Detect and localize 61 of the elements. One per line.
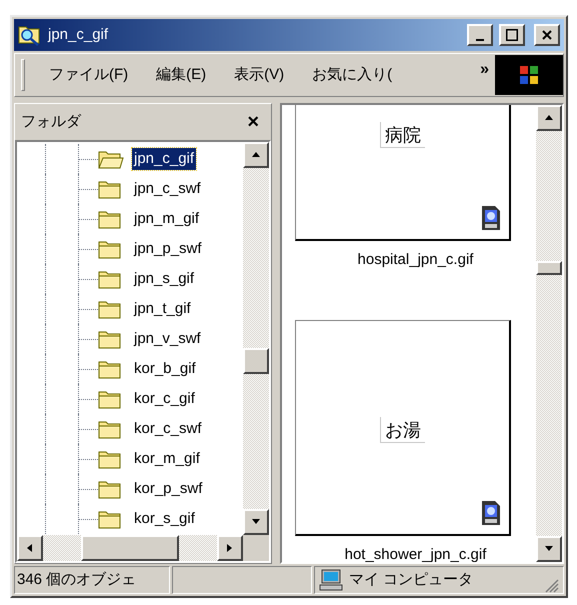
scroll-thumb[interactable]	[243, 348, 269, 374]
minimize-button[interactable]	[467, 24, 493, 46]
close-icon	[542, 30, 552, 40]
menu-item[interactable]: お気に入り(	[312, 64, 392, 86]
folder-search-icon	[18, 24, 42, 46]
folder-tree-item[interactable]: kor_p_swf	[132, 478, 204, 500]
menu-item[interactable]: 表示(V)	[234, 64, 284, 86]
folder-tree-item[interactable]: kor_m_gif	[132, 448, 202, 470]
image-thumbnail[interactable]: 病院	[295, 105, 511, 241]
arrow-down-icon	[545, 545, 553, 553]
folder-tree-item[interactable]: jpn_c_gif	[132, 148, 196, 170]
folder-pane-title: フォルダ	[21, 112, 81, 132]
sign-text: 病院	[380, 122, 425, 148]
menu-item[interactable]: 編集(E)	[156, 64, 206, 86]
close-button[interactable]	[534, 24, 560, 46]
windows-logo	[495, 55, 563, 95]
minimize-icon	[476, 39, 484, 41]
arrow-down-icon	[252, 518, 260, 526]
scrollbar-corner	[243, 535, 269, 561]
folder-tree-item[interactable]: kor_c_swf	[132, 418, 204, 440]
scroll-down-button[interactable]	[536, 536, 562, 562]
scroll-thumb[interactable]	[536, 261, 562, 275]
folder-tree-item[interactable]: jpn_m_gif	[132, 208, 202, 230]
menu-item[interactable]: ファイル(F)	[49, 64, 128, 86]
file-name[interactable]: hospital_jpn_c.gif	[358, 249, 474, 272]
vertical-scrollbar[interactable]	[536, 105, 562, 562]
image-thumbnail[interactable]: お湯	[295, 320, 511, 536]
scroll-left-button[interactable]	[17, 535, 43, 561]
scroll-down-button[interactable]	[243, 509, 269, 535]
scroll-right-button[interactable]	[217, 535, 243, 561]
maximize-button[interactable]	[499, 24, 525, 46]
scroll-up-button[interactable]	[243, 142, 269, 168]
location-label: マイ コンピュータ	[349, 570, 474, 590]
computer-icon	[319, 569, 343, 591]
folder-tree-item[interactable]: jpn_s_gif	[132, 268, 196, 290]
close-pane-button[interactable]: ×	[247, 112, 265, 132]
window-title: jpn_c_gif	[48, 24, 110, 45]
scroll-up-button[interactable]	[536, 105, 562, 131]
vertical-scrollbar[interactable]	[243, 142, 269, 535]
open-folder-icon	[98, 149, 124, 169]
scroll-thumb[interactable]	[81, 535, 179, 561]
gif-file-icon	[481, 205, 501, 231]
arrow-up-icon	[545, 114, 553, 122]
horizontal-scrollbar[interactable]	[17, 535, 243, 561]
folder-tree-item[interactable]: jpn_c_swf	[132, 178, 203, 200]
folder-tree-item[interactable]: jpn_p_swf	[132, 238, 204, 260]
folder-tree-item[interactable]: kor_s_gif	[132, 508, 197, 530]
maximize-icon	[506, 29, 518, 41]
folder-tree-item[interactable]: jpn_v_swf	[132, 328, 203, 350]
file-name[interactable]: hot_shower_jpn_c.gif	[344, 544, 486, 562]
more-menu-chevron[interactable]: »	[480, 58, 489, 82]
folder-tree-item[interactable]: kor_b_gif	[132, 358, 198, 380]
resize-grip-icon[interactable]	[545, 579, 559, 593]
object-count: 346 個のオブジェ	[14, 566, 170, 594]
folder-tree-item[interactable]: kor_c_gif	[132, 388, 197, 410]
sign-text: お湯	[380, 416, 425, 442]
arrow-left-icon	[26, 544, 34, 552]
arrow-up-icon	[252, 151, 260, 159]
folder-tree-item[interactable]: jpn_t_gif	[132, 298, 193, 320]
gif-file-icon	[481, 500, 501, 526]
arrow-right-icon	[226, 544, 234, 552]
